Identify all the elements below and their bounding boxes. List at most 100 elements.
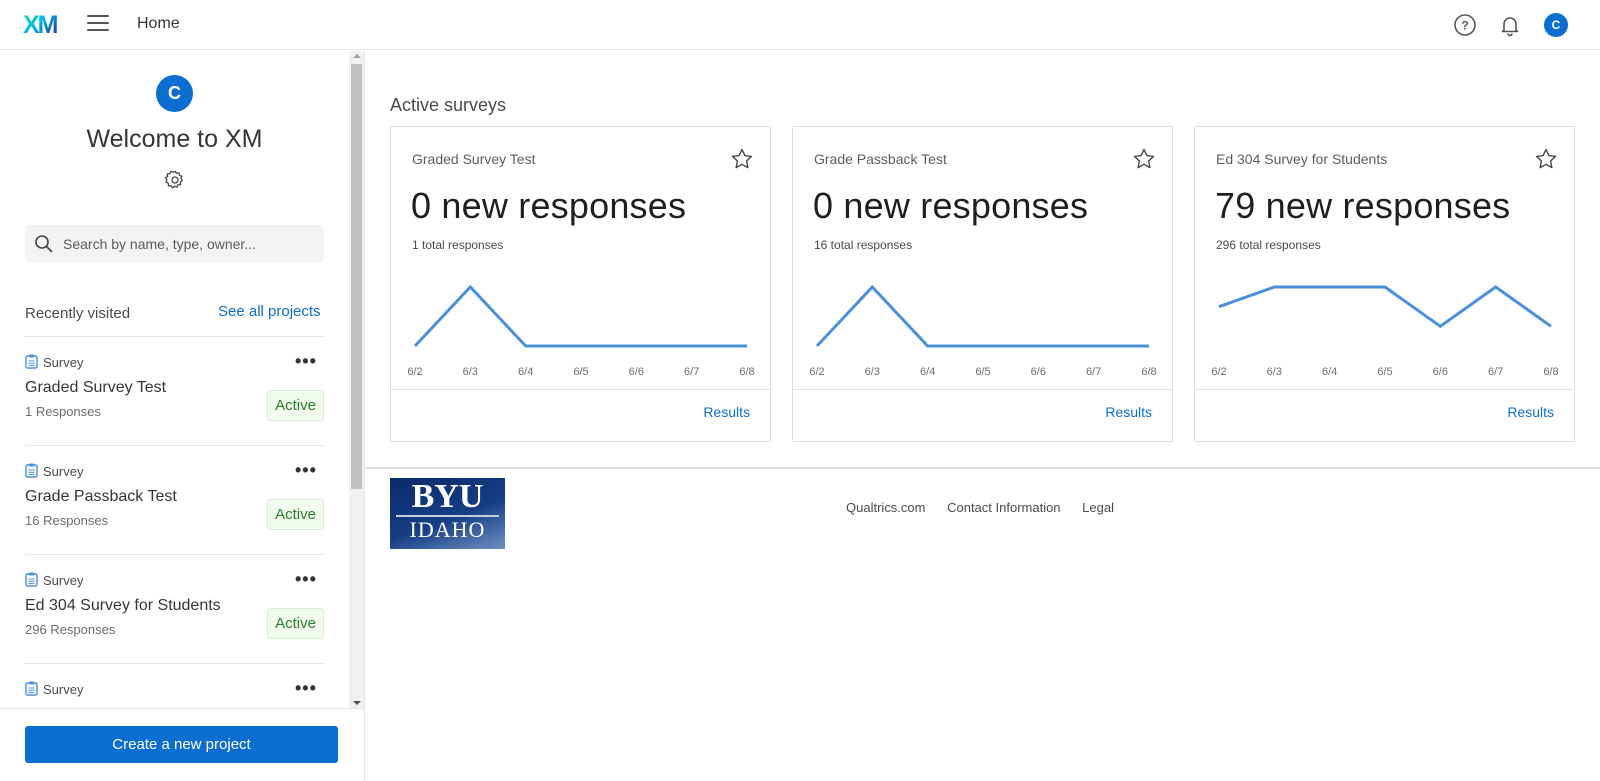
search-box — [25, 225, 324, 262]
more-options-icon[interactable]: ••• — [295, 679, 317, 697]
x-tick-label: 6/5 — [573, 366, 588, 378]
create-new-project-button[interactable]: Create a new project — [25, 726, 338, 763]
profile-avatar: C — [156, 75, 193, 112]
status-badge: Active — [267, 390, 324, 421]
survey-card: Ed 304 Survey for Students 79 new respon… — [1194, 126, 1575, 442]
svg-text:?: ? — [1461, 19, 1468, 33]
project-item[interactable]: Survey ••• — [25, 663, 324, 708]
results-link[interactable]: Results — [703, 404, 750, 420]
x-tick-label: 6/7 — [1086, 366, 1101, 378]
card-title: Grade Passback Test — [814, 151, 947, 167]
sidebar-content: C Welcome to XM Recently visited See all… — [0, 51, 349, 708]
contact-information-link[interactable]: Contact Information — [947, 500, 1060, 515]
project-name[interactable]: Ed 304 Survey for Students — [25, 597, 221, 615]
card-title: Graded Survey Test — [412, 151, 536, 167]
menu-icon[interactable] — [87, 15, 109, 33]
sparkline-series — [1218, 285, 1552, 329]
results-link[interactable]: Results — [1507, 404, 1554, 420]
survey-icon — [25, 572, 38, 587]
new-responses-count: 0 new responses — [411, 185, 687, 226]
results-link[interactable]: Results — [1105, 404, 1152, 420]
sparkline-chart: 6/2 6/3 6/4 6/5 6/6 6/7 6/8 — [407, 284, 755, 378]
project-item[interactable]: Survey ••• Ed 304 Survey for Students 29… — [25, 554, 324, 664]
qualtrics-link[interactable]: Qualtrics.com — [846, 500, 925, 515]
top-bar: XM Home ? C — [0, 0, 1600, 50]
card-footer: Results — [391, 389, 770, 442]
footer-divider — [366, 467, 1600, 469]
x-tick-label: 6/6 — [629, 366, 644, 378]
scroll-thumb[interactable] — [351, 64, 362, 489]
star-icon[interactable] — [1132, 147, 1156, 171]
help-icon[interactable]: ? — [1453, 13, 1477, 37]
sparkline-chart: 6/2 6/3 6/4 6/5 6/6 6/7 6/8 — [809, 284, 1157, 378]
survey-card: Graded Survey Test 0 new responses 1 tot… — [390, 126, 771, 442]
sparkline-chart: 6/2 6/3 6/4 6/5 6/6 6/7 6/8 — [1211, 285, 1559, 378]
project-type: Survey — [25, 681, 83, 697]
total-responses: 16 total responses — [814, 238, 913, 252]
status-badge: Active — [267, 499, 324, 530]
byu-idaho-logo: BYU IDAHO — [390, 478, 505, 549]
create-project-area: Create a new project — [0, 708, 364, 781]
search-input[interactable] — [63, 225, 318, 262]
sparkline-series — [413, 284, 747, 348]
x-tick-label: 6/2 — [407, 366, 422, 378]
survey-icon — [25, 463, 38, 478]
main-content: Active surveys Graded Survey Test 0 new … — [366, 51, 1600, 781]
card-footer: Results — [1195, 389, 1574, 442]
star-icon[interactable] — [730, 147, 754, 171]
total-responses: 1 total responses — [412, 238, 504, 252]
project-item[interactable]: Survey ••• Grade Passback Test 16 Respon… — [25, 445, 324, 555]
page-title: Home — [137, 15, 180, 32]
project-name[interactable]: Grade Passback Test — [25, 488, 177, 506]
project-type: Survey — [25, 354, 83, 370]
total-responses: 296 total responses — [1216, 238, 1321, 252]
x-tick-label: 6/8 — [739, 366, 754, 378]
survey-icon — [25, 681, 38, 696]
x-tick-label: 6/7 — [684, 366, 699, 378]
x-tick-label: 6/5 — [975, 366, 990, 378]
more-options-icon[interactable]: ••• — [295, 570, 317, 588]
project-item[interactable]: Survey ••• Graded Survey Test 1 Response… — [25, 336, 324, 446]
project-responses: 16 Responses — [25, 513, 109, 528]
survey-card: Grade Passback Test 0 new responses 16 t… — [792, 126, 1173, 442]
project-type: Survey — [25, 463, 83, 479]
card-title: Ed 304 Survey for Students — [1216, 151, 1388, 167]
project-responses: 296 Responses — [25, 622, 116, 637]
new-responses-count: 0 new responses — [813, 185, 1089, 226]
project-type: Survey — [25, 572, 83, 588]
x-tick-label: 6/5 — [1377, 366, 1392, 378]
sidebar: C Welcome to XM Recently visited See all… — [0, 51, 365, 781]
legal-link[interactable]: Legal — [1082, 500, 1114, 515]
star-icon[interactable] — [1534, 147, 1558, 171]
x-tick-label: 6/8 — [1141, 366, 1156, 378]
x-tick-label: 6/7 — [1488, 366, 1503, 378]
status-badge: Active — [267, 608, 324, 639]
x-tick-label: 6/4 — [518, 366, 533, 378]
x-tick-label: 6/8 — [1543, 366, 1558, 378]
x-tick-label: 6/6 — [1433, 366, 1448, 378]
more-options-icon[interactable]: ••• — [295, 352, 317, 370]
sparkline-series — [815, 284, 1149, 348]
active-surveys-heading: Active surveys — [390, 95, 507, 115]
project-name[interactable]: Graded Survey Test — [25, 379, 166, 397]
more-options-icon[interactable]: ••• — [295, 461, 317, 479]
x-tick-label: 6/4 — [1322, 366, 1337, 378]
card-footer: Results — [793, 389, 1172, 442]
x-tick-label: 6/4 — [920, 366, 935, 378]
search-icon — [35, 235, 53, 253]
gear-icon[interactable] — [164, 169, 186, 191]
user-avatar[interactable]: C — [1544, 13, 1568, 37]
scroll-up-arrow-icon[interactable] — [353, 54, 361, 58]
project-responses: 1 Responses — [25, 404, 101, 419]
bell-icon[interactable] — [1498, 13, 1522, 37]
sidebar-scrollbar[interactable] — [349, 51, 364, 708]
x-tick-label: 6/3 — [463, 366, 478, 378]
see-all-projects-link[interactable]: See all projects — [218, 303, 321, 320]
x-tick-label: 6/6 — [1031, 366, 1046, 378]
scroll-down-arrow-icon[interactable] — [353, 701, 361, 705]
xm-logo[interactable]: XM — [23, 11, 58, 40]
footer-links: Qualtrics.com Contact Information Legal — [846, 500, 1132, 515]
x-tick-label: 6/3 — [1267, 366, 1282, 378]
recently-visited-label: Recently visited — [25, 305, 131, 322]
survey-icon — [25, 354, 38, 369]
